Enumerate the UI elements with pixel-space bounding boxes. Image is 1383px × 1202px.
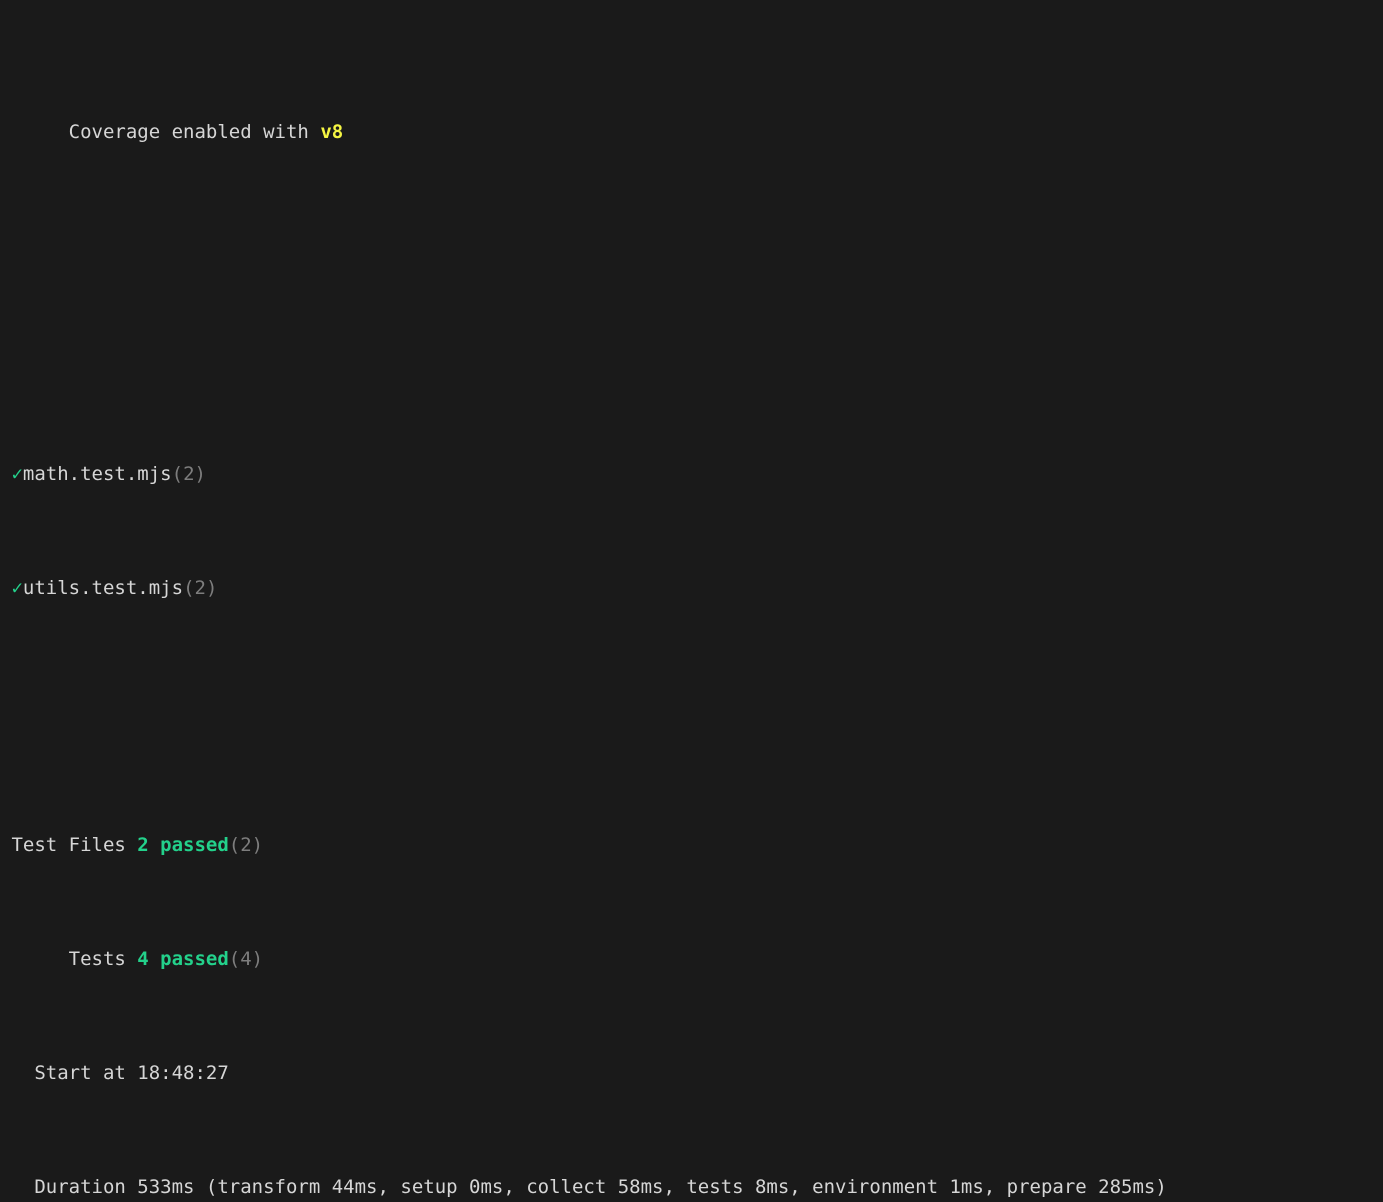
terminal-output: Coverage enabled with v8 ✓math.test.mjs(… — [0, 0, 1383, 1202]
summary-row-test-files: Test Files 2 passed(2) — [0, 831, 1383, 860]
header-provider: v8 — [320, 121, 344, 143]
summary-row-tests: Tests 4 passed(4) — [0, 945, 1383, 974]
test-file-count: (2) — [171, 463, 206, 485]
test-file-name: math.test.mjs — [22, 463, 172, 485]
summary-label: Tests — [0, 947, 138, 970]
header-indent — [0, 121, 69, 143]
test-file-indent — [0, 577, 11, 599]
test-file-count: (2) — [183, 577, 218, 599]
summary-label: Start at — [0, 1061, 138, 1084]
test-file-name: utils.test.mjs — [22, 577, 184, 599]
spacer-1b — [0, 318, 1383, 347]
summary-row-start-at: Start at 18:48:27 — [0, 1059, 1383, 1088]
summary-value: 18:48:27 — [137, 1061, 229, 1084]
summary-count: (2) — [228, 833, 264, 856]
test-file-row: ✓math.test.mjs(2) — [0, 460, 1383, 489]
coverage-enabled-line: Coverage enabled with v8 — [0, 118, 1383, 147]
test-file-row: ✓utils.test.mjs(2) — [0, 574, 1383, 603]
summary-count: (4) — [228, 947, 264, 970]
header-label: Coverage enabled with — [68, 121, 321, 143]
summary-row-duration: Duration 533ms (transform 44ms, setup 0m… — [0, 1173, 1383, 1202]
test-file-indent — [0, 463, 11, 485]
summary-value: 2 passed — [137, 833, 229, 856]
summary-value: 533ms (transform 44ms, setup 0ms, collec… — [137, 1175, 1167, 1198]
check-icon: ✓ — [11, 463, 23, 485]
summary-label: Test Files — [0, 833, 138, 856]
summary-value: 4 passed — [137, 947, 229, 970]
check-icon: ✓ — [11, 577, 23, 599]
summary-label: Duration — [0, 1175, 138, 1198]
